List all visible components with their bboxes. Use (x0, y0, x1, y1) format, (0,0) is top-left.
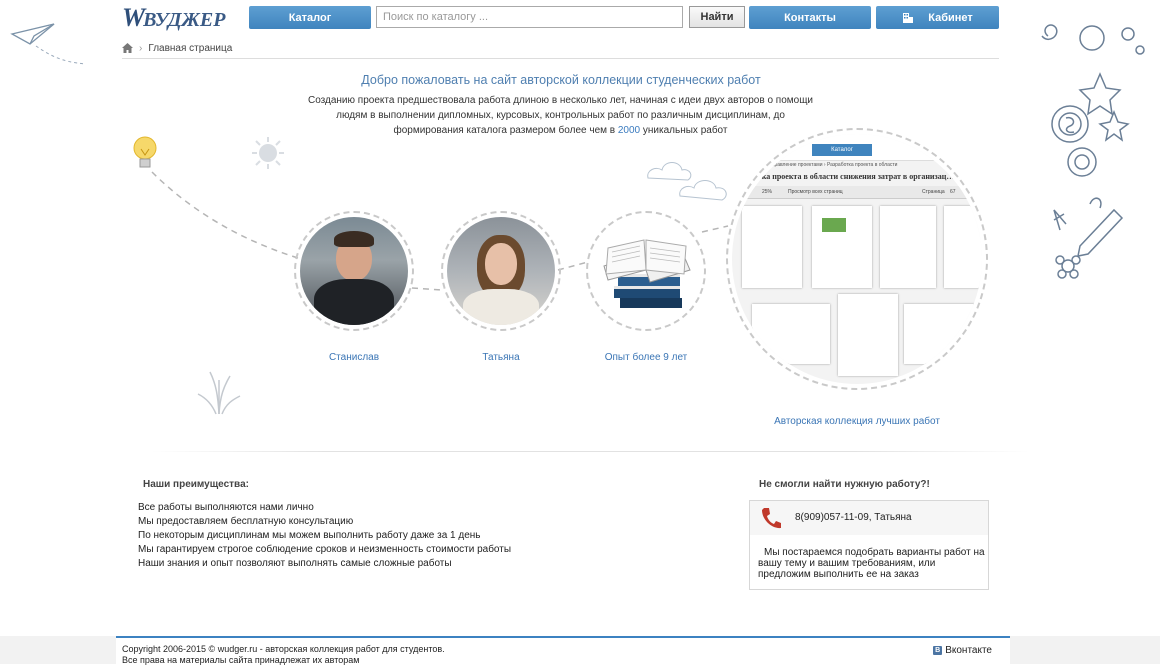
contact-box: 8(909)057-11-09, Татьяна Мы постараемся … (749, 500, 989, 590)
nav-contacts-label: Контакты (784, 11, 836, 24)
photo-tatyana (447, 217, 555, 325)
advantage-item: Мы предоставляем бесплатную консультацию (138, 516, 354, 527)
advantages-list: Все работы выполняются нами лично Мы пре… (138, 501, 578, 571)
advantage-item: По некоторым дисциплинам мы можем выполн… (138, 530, 481, 541)
paper-plane-icon (10, 23, 87, 65)
contact-text: Мы постараемся подобрать варианты работ … (758, 547, 985, 580)
author-photo-tatyana[interactable] (441, 211, 561, 331)
intro-text: Созданию проекта предшествовала работа д… (300, 93, 821, 138)
logo-text: ВУДЖЕР (143, 9, 226, 31)
breadcrumb: › Главная страница (122, 38, 999, 59)
contact-phone-row: 8(909)057-11-09, Татьяна (750, 501, 988, 535)
preview-tab: Каталог (812, 144, 872, 156)
collection-screenshot: Каталог …управление › Управление проекта… (732, 134, 982, 384)
preview-zoom: 25% (762, 189, 773, 195)
advantages-title: Наши преимущества: (143, 479, 249, 490)
caption-collection[interactable]: Авторская коллекция лучших работ (746, 416, 968, 427)
search-input[interactable] (376, 6, 683, 28)
breadcrumb-separator: › (139, 42, 143, 54)
footer-copyright: Copyright 2006-2015 © wudger.ru - авторс… (122, 644, 445, 654)
contact-phone[interactable]: 8(909)057-11-09, Татьяна (795, 512, 912, 523)
search-button-label: Найти (700, 11, 734, 23)
author-photo-stanislav[interactable] (294, 211, 414, 331)
intro-part1: Созданию проекта предшествовала работа д… (307, 95, 814, 136)
vk-label: Вконтакте (945, 645, 992, 656)
section-divider (150, 451, 1030, 452)
preview-crumbs: …управление › Управление проектами › Раз… (732, 162, 898, 168)
logo-mark: W (122, 3, 145, 32)
clouds-icon (647, 162, 727, 201)
contact-title: Не смогли найти нужную работу?! (759, 479, 930, 490)
caption-tatyana[interactable]: Татьяна (451, 352, 551, 363)
grass-icon (197, 371, 241, 415)
books-icon (603, 239, 691, 308)
vk-icon: B (933, 646, 943, 655)
doodles-decoration (1041, 24, 1145, 279)
preview-view-label: Просмотр всех страниц (788, 189, 843, 195)
phone-icon (762, 508, 781, 529)
caption-stanislav[interactable]: Станислав (304, 352, 404, 363)
preview-page-label: Страница (922, 189, 945, 195)
home-icon[interactable] (122, 43, 133, 53)
nav-cabinet-label: Кабинет (928, 11, 973, 24)
caption-experience[interactable]: Опыт более 9 лет (586, 352, 706, 363)
advantage-item: Мы гарантируем строгое соблюдение сроков… (138, 544, 512, 555)
welcome-title: Добро пожаловать на сайт авторской колле… (361, 73, 761, 87)
works-count: 2000 (617, 125, 641, 136)
lightbulb-icon (133, 136, 157, 168)
footer: Copyright 2006-2015 © wudger.ru - авторс… (116, 636, 1010, 666)
collection-preview-circle[interactable]: Каталог …управление › Управление проекта… (726, 128, 988, 390)
photo-stanislav (300, 217, 408, 325)
breadcrumb-current: Главная страница (148, 42, 233, 54)
intro-part2: уникальных работ (640, 125, 728, 136)
vk-link[interactable]: B Вконтакте (933, 645, 992, 656)
nav-catalog-button[interactable]: Каталог (249, 6, 371, 29)
site-logo[interactable]: W ВУДЖЕР (122, 3, 226, 32)
search-button[interactable]: Найти (689, 6, 745, 28)
nav-cabinet-button[interactable]: Кабинет (876, 6, 999, 29)
advantage-item: Наши знания и опыт позволяют выполнять с… (138, 558, 452, 569)
preview-page-value: 67 (950, 189, 956, 195)
advantage-item: Все работы выполняются нами лично (138, 502, 314, 513)
sun-icon (252, 137, 284, 169)
nav-catalog-label: Каталог (288, 11, 332, 24)
experience-circle[interactable] (586, 211, 706, 331)
nav-contacts-button[interactable]: Контакты (749, 6, 871, 29)
building-icon (903, 12, 914, 23)
preview-title: …ботка проекта в области снижения затрат… (742, 172, 955, 181)
